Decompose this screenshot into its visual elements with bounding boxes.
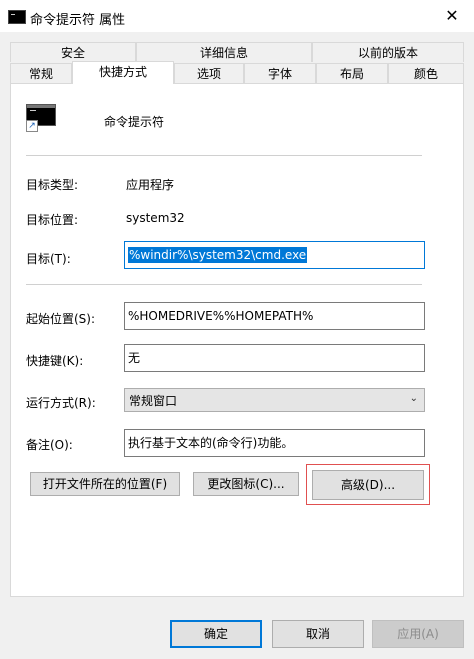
shortcut-arrow-icon: ↗ — [26, 120, 38, 132]
window-title: 命令提示符 属性 — [30, 13, 126, 28]
comment-label: 备注(O): — [26, 438, 73, 452]
start-in-field[interactable]: %HOMEDRIVE%%HOMEPATH% — [124, 302, 425, 330]
shortcut-panel — [10, 83, 464, 597]
target-type-label: 目标类型: — [26, 178, 79, 192]
divider — [26, 155, 422, 156]
apply-button[interactable]: 应用(A) — [372, 620, 464, 648]
target-location-value: system32 — [126, 211, 185, 225]
comment-field[interactable]: 执行基于文本的(命令行)功能。 — [124, 429, 425, 457]
tab-general[interactable]: 常规 — [10, 63, 72, 83]
divider — [26, 284, 422, 285]
tab-layout[interactable]: 布局 — [316, 63, 388, 83]
target-location-label: 目标位置: — [26, 213, 79, 227]
tab-colors[interactable]: 颜色 — [388, 63, 464, 83]
cancel-button[interactable]: 取消 — [272, 620, 364, 648]
target-value: %windir%\system32\cmd.exe — [128, 247, 308, 263]
cmd-icon — [8, 10, 26, 24]
advanced-button[interactable]: 高级(D)... — [312, 470, 424, 500]
open-file-location-button[interactable]: 打开文件所在的位置(F) — [30, 472, 180, 496]
tab-options[interactable]: 选项 — [174, 63, 244, 83]
tab-font[interactable]: 字体 — [244, 63, 316, 83]
tab-shortcut[interactable]: 快捷方式 — [72, 61, 174, 84]
hotkey-label: 快捷键(K): — [26, 354, 84, 368]
run-select-value: 常规窗口 — [129, 394, 178, 408]
close-icon[interactable]: ✕ — [442, 6, 462, 26]
tab-security[interactable]: 安全 — [10, 42, 136, 62]
tab-previous-versions[interactable]: 以前的版本 — [312, 42, 464, 62]
target-label: 目标(T): — [26, 252, 71, 266]
hotkey-field[interactable]: 无 — [124, 344, 425, 372]
start-in-label: 起始位置(S): — [26, 312, 96, 326]
tab-details[interactable]: 详细信息 — [136, 42, 312, 62]
title-bar: 命令提示符 属性 ✕ — [0, 0, 474, 32]
target-field[interactable]: %windir%\system32\cmd.exe — [124, 241, 425, 269]
shortcut-name: 命令提示符 — [104, 115, 165, 129]
run-select[interactable]: 常规窗口 ⌄ — [124, 388, 425, 412]
change-icon-button[interactable]: 更改图标(C)... — [193, 472, 299, 496]
target-type-value: 应用程序 — [126, 178, 175, 192]
run-label: 运行方式(R): — [26, 396, 96, 410]
chevron-down-icon: ⌄ — [409, 393, 418, 404]
ok-button[interactable]: 确定 — [170, 620, 262, 648]
